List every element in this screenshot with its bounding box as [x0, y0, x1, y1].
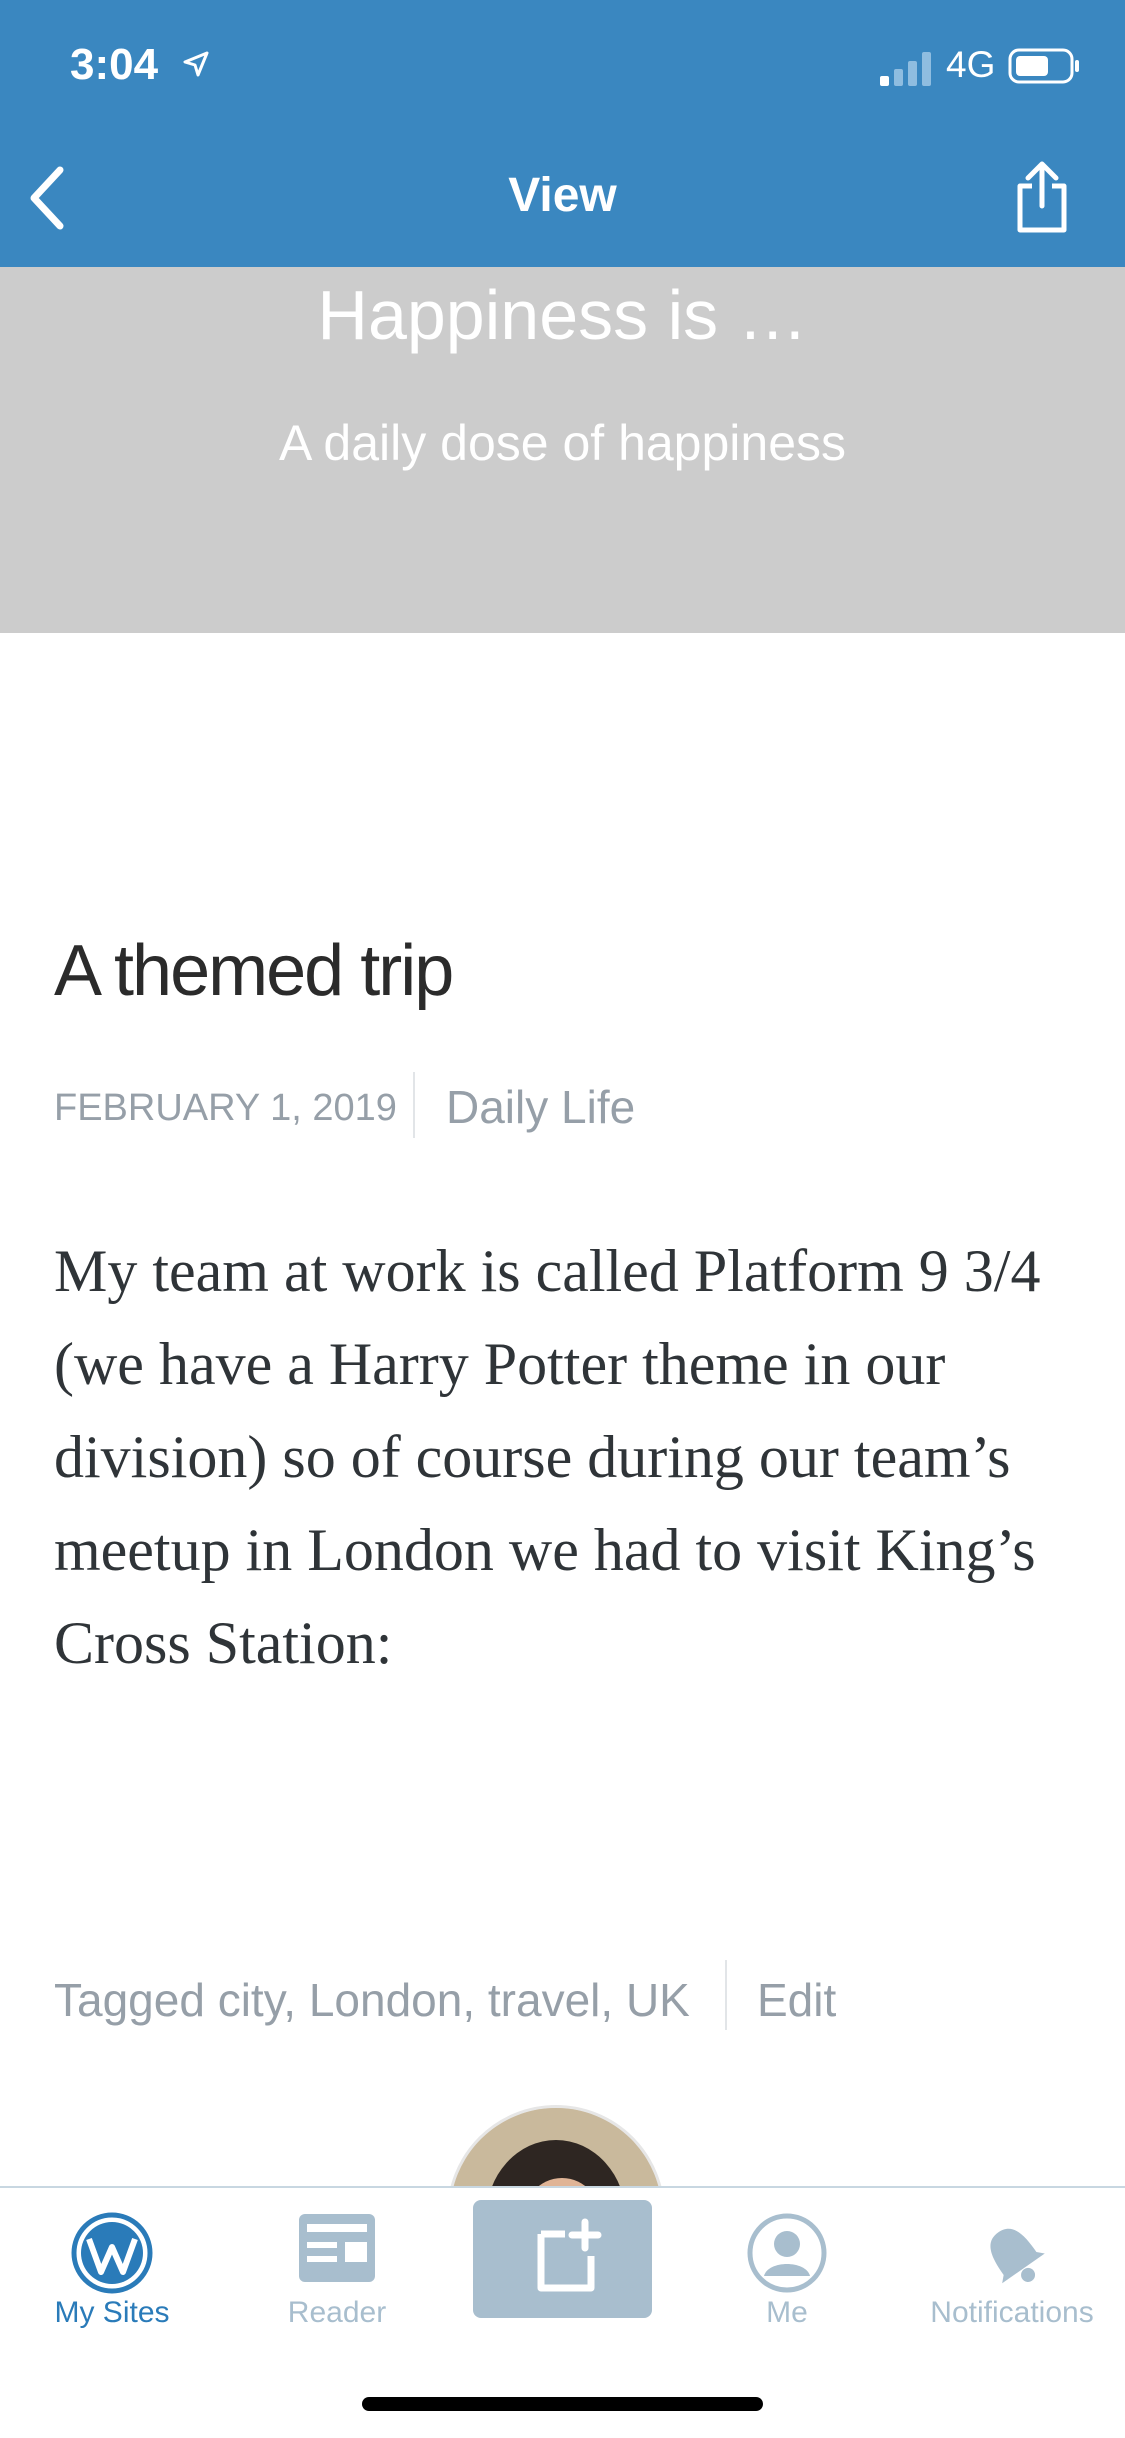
edit-link[interactable]: Edit [757, 1973, 836, 2027]
reader-icon [299, 2214, 375, 2282]
tab-notifications[interactable]: Notifications [912, 2186, 1112, 2336]
tab-reader-label: Reader [287, 2296, 387, 2329]
post-title[interactable]: A themed trip [54, 930, 454, 1012]
me-icon [747, 2213, 827, 2293]
battery-icon [1008, 48, 1079, 84]
tab-me[interactable]: Me [687, 2186, 887, 2336]
tab-reader[interactable]: Reader [237, 2186, 437, 2336]
tab-notifications-label: Notifications [930, 2296, 1094, 2329]
tab-me-label: Me [766, 2296, 808, 2329]
signal-icon [880, 52, 931, 86]
tab-my-sites[interactable]: My Sites [12, 2186, 212, 2336]
post-category[interactable]: Daily Life [446, 1080, 635, 1134]
site-title[interactable]: Happiness is … [0, 275, 1125, 355]
status-time: 3:04 [70, 40, 159, 89]
bell-icon [990, 2228, 1045, 2284]
post-tags[interactable]: Tagged city, London, travel, UK [54, 1973, 690, 2027]
location-arrow-icon [183, 51, 209, 77]
home-indicator [362, 2397, 763, 2411]
new-post-icon [537, 2218, 602, 2292]
site-tagline: A daily dose of happiness [278, 415, 847, 471]
meta-divider [413, 1072, 415, 1138]
nav-title: View [508, 169, 617, 222]
tab-my-sites-label: My Sites [54, 2296, 170, 2329]
tags-divider [725, 1960, 727, 2030]
network-type: 4G [946, 44, 996, 85]
new-post-button[interactable] [473, 2200, 652, 2318]
wordpress-icon [71, 2212, 153, 2294]
share-icon[interactable] [1010, 160, 1074, 236]
post-date[interactable]: FEBRUARY 1, 2019 [54, 1087, 397, 1130]
post-body: My team at work is called Platform 9 3/4… [54, 1238, 1041, 1676]
